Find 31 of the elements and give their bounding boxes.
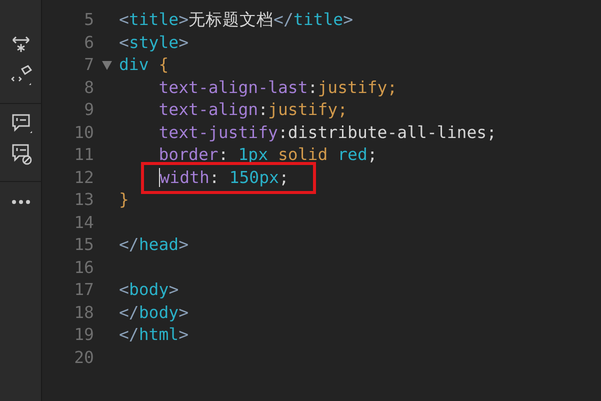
line-number: 6 xyxy=(83,32,94,54)
code-line: text-justify:distribute-all-lines; xyxy=(158,122,497,144)
code-line: <body> xyxy=(119,279,179,301)
line-number: 5 xyxy=(83,9,94,31)
code-line: text-align-last:justify; xyxy=(158,76,398,98)
code-line: <style> xyxy=(119,32,189,54)
code-line: </body> xyxy=(119,302,189,324)
line-number: 7 xyxy=(83,54,94,76)
uncomment-icon[interactable] xyxy=(10,143,32,165)
code-line: } xyxy=(119,189,129,211)
line-number: 13 xyxy=(73,189,94,211)
code-line: <title>无标题文档</title> xyxy=(119,9,354,31)
code-line: border: 1px solid red; xyxy=(158,144,378,166)
line-number: 16 xyxy=(73,256,94,278)
code-line: </html> xyxy=(119,324,189,346)
line-number: 18 xyxy=(73,302,94,324)
line-number: 10 xyxy=(73,122,94,144)
code-line: text-align:justify; xyxy=(158,99,348,121)
code-line: </head> xyxy=(119,234,189,256)
code-line: div { xyxy=(119,54,169,76)
snippet-icon[interactable] xyxy=(10,65,32,87)
fold-arrow-icon[interactable] xyxy=(102,60,112,70)
line-number: 12 xyxy=(73,166,94,188)
line-number: 20 xyxy=(73,346,94,368)
line-number: 8 xyxy=(83,76,94,98)
line-number: 14 xyxy=(73,212,94,234)
line-number: 9 xyxy=(83,99,94,121)
line-number: 11 xyxy=(73,144,94,166)
line-number: 15 xyxy=(73,234,94,256)
line-number: 19 xyxy=(73,324,94,346)
line-number: 17 xyxy=(73,279,94,301)
